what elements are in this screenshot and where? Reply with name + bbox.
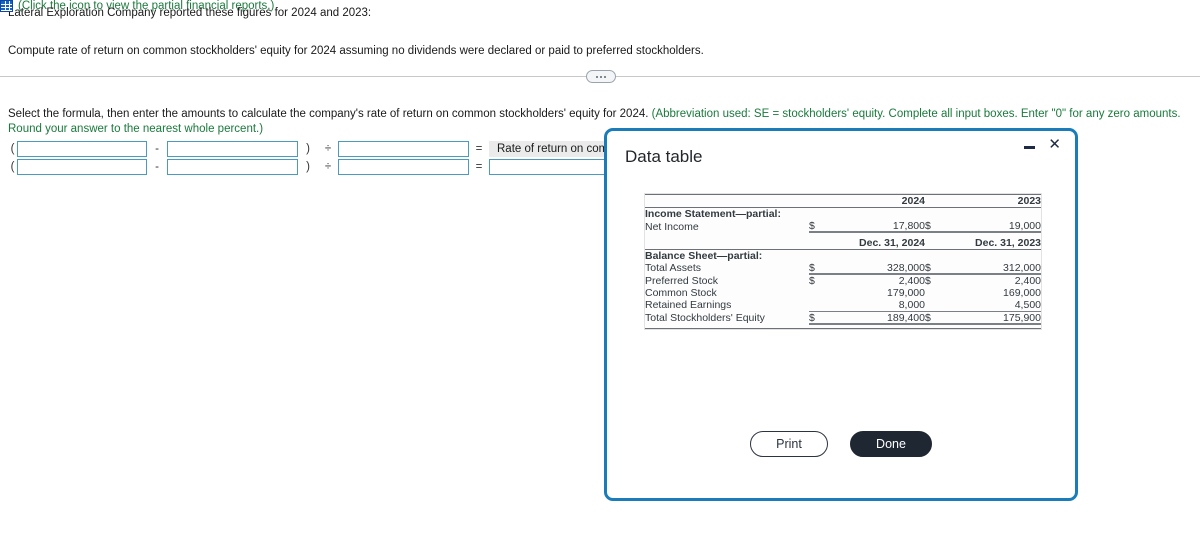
dialog-title: Data table <box>625 147 703 166</box>
close-paren-label: ) <box>306 143 310 155</box>
table-header-row-dates: Dec. 31, 2024 Dec. 31, 2023 <box>645 236 1041 250</box>
data-table-dialog: Data table ✕ 2024 2023 Income Statement—… <box>604 128 1078 501</box>
row-label: Total Stockholders' Equity <box>645 312 765 324</box>
close-paren-label: ) <box>306 161 310 173</box>
table-row: Total Assets $ 328,000 $ 312,000 <box>645 261 1041 275</box>
section-balance-label: Balance Sheet—partial: <box>645 249 763 262</box>
page-root: Lateral Exploration Company reported the… <box>0 0 1200 546</box>
formula-row-bottom: ( - ) ÷ = % <box>8 159 650 175</box>
row-currency-2023: $ <box>925 274 931 287</box>
formula-input-2c[interactable] <box>338 159 469 175</box>
header-date-2024: Dec. 31, 2024 <box>821 236 925 250</box>
row-currency-2024: $ <box>809 311 821 325</box>
formula-input-1b[interactable] <box>167 141 298 157</box>
window-controls: ✕ <box>1024 137 1061 152</box>
formula-input-1c[interactable] <box>338 141 469 157</box>
equals-operator-label: = <box>475 161 483 173</box>
row-value-2024: 179,000 <box>887 286 925 299</box>
spreadsheet-grid-icon[interactable] <box>0 0 13 12</box>
question-compute-text: Compute rate of return on common stockho… <box>8 45 704 57</box>
open-paren-label: ( <box>10 161 15 173</box>
formula-input-1a[interactable] <box>17 141 147 157</box>
ellipsis-dot <box>596 75 598 78</box>
dialog-button-bar: Print Done <box>607 431 1075 457</box>
row-value-2023: 175,900 <box>937 311 1041 325</box>
row-value-2023: 19,000 <box>937 220 1041 233</box>
row-currency-2024: $ <box>809 274 815 287</box>
table-row: Net Income $ 17,800 $ 19,000 <box>645 220 1041 233</box>
formula-input-2b[interactable] <box>167 159 298 175</box>
header-blank-cell <box>645 194 809 208</box>
row-label: Preferred Stock <box>645 274 718 287</box>
row-value-2024: 328,000 <box>821 261 925 275</box>
row-value-2024: 2,400 <box>898 274 925 287</box>
row-currency-2024: $ <box>809 220 821 233</box>
formula-input-2a[interactable] <box>17 159 147 175</box>
row-currency-2023 <box>925 287 937 299</box>
ellipsis-dot <box>604 75 606 78</box>
table-row: Preferred Stock $ 2,400 $ 2,400 <box>645 274 1041 287</box>
row-currency-2024: $ <box>809 261 821 275</box>
divider-ellipsis-icon[interactable] <box>586 70 616 83</box>
instruction-black-text: Select the formula, then enter the amoun… <box>8 108 649 120</box>
row-currency-2023 <box>925 298 937 312</box>
close-icon[interactable]: ✕ <box>1048 137 1061 152</box>
row-currency-2024 <box>809 287 821 299</box>
section-header-balance: Balance Sheet—partial: <box>645 249 1041 262</box>
question-intro-text: Lateral Exploration Company reported the… <box>8 7 372 19</box>
ellipsis-dot <box>600 75 602 78</box>
minus-operator-label: - <box>155 143 159 155</box>
row-value-2024: 17,800 <box>821 220 925 233</box>
header-date-2023: Dec. 31, 2023 <box>937 236 1041 250</box>
row-label: Common Stock <box>645 286 717 299</box>
row-value-2024: 189,400 <box>821 311 925 325</box>
header-year-2024: 2024 <box>821 194 925 208</box>
done-button[interactable]: Done <box>850 431 932 457</box>
section-header-income: Income Statement—partial: <box>645 208 1041 220</box>
row-value-2023: 2,400 <box>1014 274 1041 287</box>
minus-operator-label: - <box>155 161 159 173</box>
divide-operator-label: ÷ <box>324 143 332 155</box>
header-year-2023: 2023 <box>937 194 1041 208</box>
row-value-2024: 8,000 <box>821 298 925 312</box>
table-bottom-rule <box>645 324 1041 329</box>
row-label: Net Income <box>645 220 699 233</box>
divide-operator-label: ÷ <box>324 161 332 173</box>
table-header-row-years: 2024 2023 <box>645 194 1041 208</box>
row-currency-2023: $ <box>925 311 937 325</box>
equals-operator-label: = <box>475 143 483 155</box>
open-paren-label: ( <box>10 143 15 155</box>
table-row: Common Stock 179,000 169,000 <box>645 287 1041 299</box>
minimize-icon[interactable] <box>1024 146 1036 149</box>
table-row: Retained Earnings 8,000 4,500 <box>645 298 1041 312</box>
row-label: Total Assets <box>645 262 702 274</box>
table-row: Total Stockholders' Equity $ 189,400 $ 1… <box>645 311 1041 325</box>
row-value-2023: 169,000 <box>1003 286 1041 299</box>
print-button[interactable]: Print <box>750 431 828 457</box>
formula-row-top: ( - ) ÷ = Rate of return on common SE <box>8 141 656 157</box>
row-currency-2024 <box>809 298 821 312</box>
row-currency-2023: $ <box>925 220 937 233</box>
financial-data-table: 2024 2023 Income Statement—partial: Net … <box>644 193 1042 330</box>
row-label: Retained Earnings <box>645 299 732 311</box>
row-currency-2023: $ <box>925 261 937 275</box>
row-value-2023: 4,500 <box>937 298 1041 312</box>
section-income-label: Income Statement—partial: <box>645 208 781 220</box>
row-value-2023: 312,000 <box>937 261 1041 275</box>
